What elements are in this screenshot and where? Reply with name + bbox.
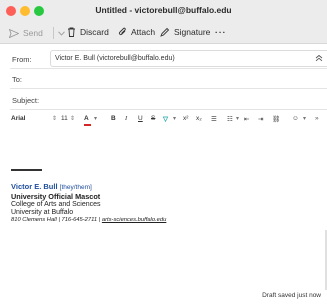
paperclip-icon xyxy=(118,27,127,37)
subject-field[interactable]: Subject: xyxy=(10,90,327,110)
signature-button[interactable]: Signature xyxy=(160,27,210,37)
signature-name: Victor E. Bull xyxy=(11,182,58,191)
subscript-button[interactable]: x₂ xyxy=(196,115,202,122)
highlight-chevron-down-icon[interactable]: ▾ xyxy=(173,115,176,122)
signature-label: Signature xyxy=(174,27,211,37)
signature-address-phone: 810 Clemens Hall | 716-645-2711 | xyxy=(11,217,102,223)
highlight-icon[interactable]: ▽ xyxy=(163,115,168,123)
discard-label: Discard xyxy=(80,27,109,37)
window-titlebar: Untitled - victorebull@buffalo.edu xyxy=(0,0,327,22)
toolbar-overflow-icon[interactable]: » xyxy=(315,115,319,122)
send-label: Send xyxy=(23,28,43,38)
more-icon[interactable]: ··· xyxy=(215,27,227,37)
signature-university: University at Buffalo xyxy=(11,209,74,216)
subject-label: Subject: xyxy=(12,96,40,105)
font-family-stepper-icon[interactable]: ⇕ xyxy=(52,115,57,122)
superscript-button[interactable]: x² xyxy=(183,115,188,122)
attach-button[interactable]: Attach xyxy=(118,27,155,37)
from-value: Victor E. Bull (victorebull@buffalo.edu) xyxy=(55,55,175,62)
signature-contact: 810 Clemens Hall | 716-645-2711 | arts-s… xyxy=(11,217,166,223)
send-divider xyxy=(52,27,54,39)
signature-pen-icon xyxy=(160,27,170,37)
italic-button[interactable]: I xyxy=(125,115,127,122)
signature-name-row: Victor E. Bull [they/them] xyxy=(11,182,92,191)
send-icon xyxy=(9,28,19,38)
send-options-chevron-down-icon[interactable] xyxy=(58,30,65,36)
strikethrough-button[interactable]: S xyxy=(151,115,155,122)
from-label: From: xyxy=(12,55,32,64)
emoji-icon[interactable]: ☺ xyxy=(292,115,299,122)
bullet-list-icon[interactable]: ☷ xyxy=(227,115,233,123)
send-button[interactable]: Send xyxy=(9,27,65,39)
font-family-select[interactable]: Arial xyxy=(11,115,25,122)
signature-college: College of Arts and Sciences xyxy=(11,201,101,208)
window-title: Untitled - victorebull@buffalo.edu xyxy=(95,5,232,15)
emoji-chevron-down-icon[interactable]: ▾ xyxy=(303,115,306,122)
to-field[interactable]: To: xyxy=(10,69,327,89)
attach-label: Attach xyxy=(131,27,156,37)
text-color-button[interactable]: A xyxy=(84,115,89,122)
font-size-select[interactable]: 11 xyxy=(61,115,68,122)
to-label: To: xyxy=(12,75,23,84)
compose-toolbar: Send Discard Attach Signature ··· xyxy=(0,22,327,44)
collapse-icon[interactable] xyxy=(315,54,323,64)
bullet-list-chevron-down-icon[interactable]: ▾ xyxy=(236,115,239,122)
text-color-swatch xyxy=(84,124,91,126)
font-size-stepper-icon[interactable]: ⇕ xyxy=(70,115,75,122)
draft-status: Draft saved just now xyxy=(262,292,321,299)
signature-website-link[interactable]: arts-sciences.buffalo.edu xyxy=(102,217,166,223)
bold-button[interactable]: B xyxy=(111,115,116,122)
from-account-selector[interactable]: Victor E. Bull (victorebull@buffalo.edu) xyxy=(50,50,327,67)
signature-separator xyxy=(11,169,42,171)
underline-button[interactable]: U xyxy=(138,115,143,122)
text-color-chevron-down-icon[interactable]: ▾ xyxy=(94,115,97,122)
outdent-icon[interactable]: ⇤ xyxy=(244,115,249,123)
formatting-toolbar: Arial ⇕ 11 ⇕ A ▾ B I U S ▽ ▾ x² x₂ ☰ ☷ ▾… xyxy=(0,112,327,128)
indent-icon[interactable]: ⇥ xyxy=(258,115,263,123)
signature-pronouns: [they/them] xyxy=(59,184,92,191)
from-field: From: Victor E. Bull (victorebull@buffal… xyxy=(10,49,327,69)
discard-button[interactable]: Discard xyxy=(67,27,109,37)
trash-icon xyxy=(67,27,76,37)
insert-link-icon[interactable]: ⛓ xyxy=(272,115,280,123)
signature-role: University Official Mascot xyxy=(11,192,101,201)
align-left-icon[interactable]: ☰ xyxy=(211,115,217,123)
